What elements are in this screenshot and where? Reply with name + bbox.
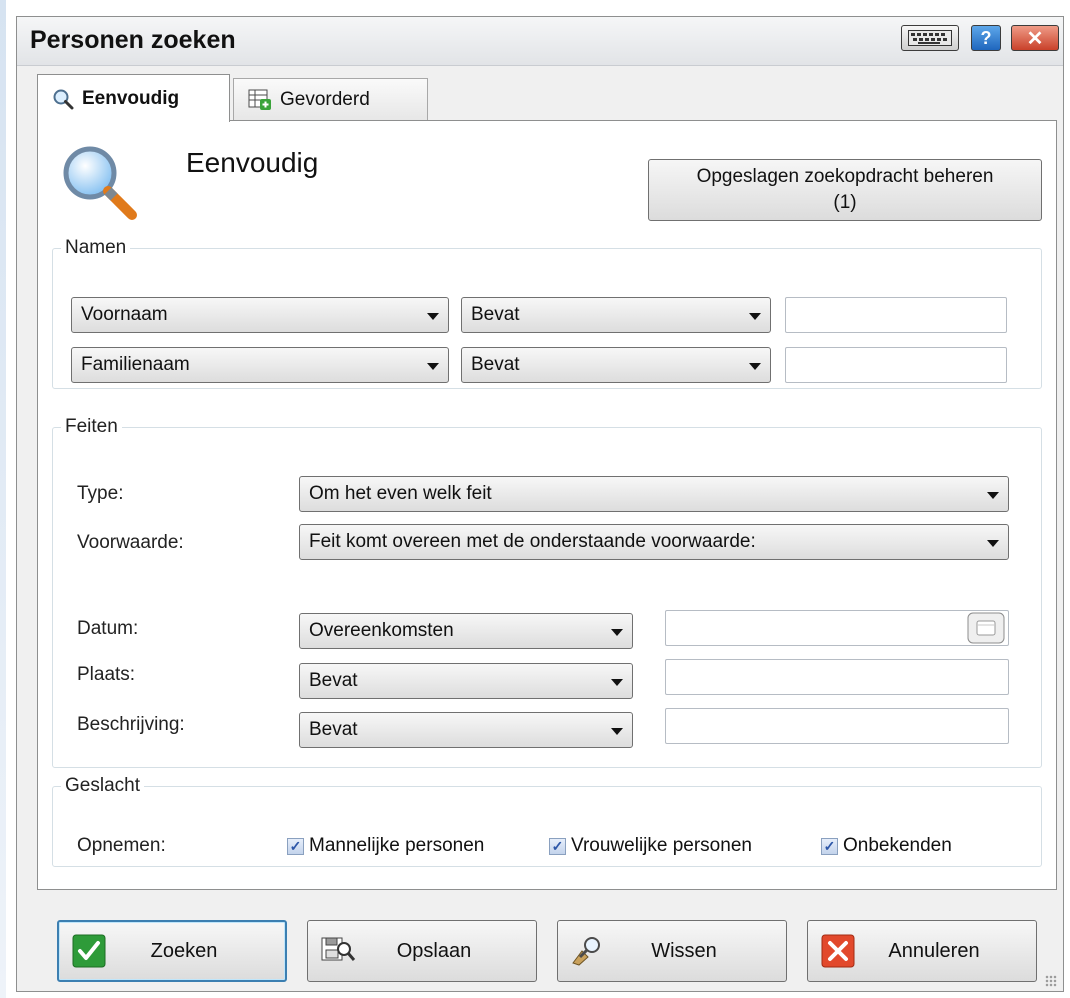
select-value: Bevat — [471, 304, 520, 325]
select-value: Bevat — [309, 719, 358, 740]
resize-grip[interactable] — [1045, 975, 1057, 987]
description-operator-select[interactable]: Bevat — [299, 712, 633, 748]
calendar-icon — [967, 612, 1005, 644]
help-icon: ? — [980, 27, 992, 48]
panel-title: Eenvoudig — [186, 147, 319, 178]
button-bar: Zoeken Opslaan Wissen Annuleren — [17, 893, 1063, 993]
names-group: Namen Voornaam Bevat Familienaam Bevat — [52, 237, 1042, 389]
search-dialog: Personen zoeken ? ✕ Eenvoudig Gevorderd … — [16, 16, 1064, 992]
title-bar: Personen zoeken ? ✕ — [17, 17, 1063, 66]
cancel-button[interactable]: Annuleren — [807, 920, 1037, 982]
select-value: Familienaam — [81, 354, 190, 375]
name-value-input-2[interactable] — [785, 347, 1007, 383]
fact-type-select[interactable]: Om het even welk feit — [299, 476, 1009, 512]
male-checkbox[interactable]: ✓ Mannelijke personen — [287, 835, 484, 857]
date-label: Datum: — [77, 618, 139, 639]
type-label: Type: — [77, 483, 124, 504]
cancel-icon — [820, 933, 856, 969]
female-checkbox-label: Vrouwelijke personen — [571, 835, 752, 856]
select-value: Om het even welk feit — [309, 483, 492, 504]
name-value-input-1[interactable] — [785, 297, 1007, 333]
search-button[interactable]: Zoeken — [57, 920, 287, 982]
name-operator-select-2[interactable]: Bevat — [461, 347, 771, 383]
tab-label: Gevorderd — [280, 88, 370, 110]
chevron-down-icon — [611, 629, 623, 636]
clear-button-label: Wissen — [651, 939, 717, 962]
chevron-down-icon — [749, 363, 761, 370]
description-label: Beschrijving: — [77, 714, 185, 735]
search-button-label: Zoeken — [150, 939, 218, 962]
tab-gevorderd[interactable]: Gevorderd — [233, 78, 428, 120]
magnifier-icon — [52, 88, 74, 110]
description-input[interactable] — [665, 708, 1009, 744]
date-input[interactable] — [665, 610, 1009, 646]
chevron-down-icon — [987, 492, 999, 499]
place-input[interactable] — [665, 659, 1009, 695]
chevron-down-icon — [427, 363, 439, 370]
clear-search-icon — [570, 933, 606, 969]
fact-condition-select[interactable]: Feit komt overeen met de onderstaande vo… — [299, 524, 1009, 560]
place-operator-select[interactable]: Bevat — [299, 663, 633, 699]
include-label: Opnemen: — [77, 835, 166, 856]
unknown-checkbox-label: Onbekenden — [843, 835, 952, 856]
gender-group: Geslacht Opnemen: ✓ Mannelijke personen … — [52, 775, 1042, 867]
save-button-label: Opslaan — [396, 939, 472, 962]
checkmark-icon: ✓ — [821, 837, 838, 855]
date-operator-select[interactable]: Overeenkomsten — [299, 613, 633, 649]
gender-legend: Geslacht — [65, 775, 140, 796]
chevron-down-icon — [611, 728, 623, 735]
select-value: Voornaam — [81, 304, 168, 325]
advanced-table-icon — [248, 89, 272, 111]
checkmark-icon — [71, 933, 107, 969]
help-button[interactable]: ? — [971, 25, 1001, 51]
select-value: Bevat — [309, 670, 358, 691]
tab-eenvoudig[interactable]: Eenvoudig — [37, 74, 230, 122]
checkmark-icon: ✓ — [549, 837, 566, 855]
chevron-down-icon — [987, 540, 999, 547]
name-field-select-1[interactable]: Voornaam — [71, 297, 449, 333]
large-magnifier-icon — [58, 141, 142, 230]
dialog-title: Personen zoeken — [30, 26, 236, 54]
keyboard-button[interactable] — [901, 25, 959, 51]
name-field-select-2[interactable]: Familienaam — [71, 347, 449, 383]
date-picker-button[interactable] — [966, 611, 1006, 645]
clear-button[interactable]: Wissen — [557, 920, 787, 982]
search-panel: Eenvoudig Opgeslagen zoekopdracht behere… — [37, 120, 1057, 890]
condition-label: Voorwaarde: — [77, 532, 184, 553]
facts-legend: Feiten — [65, 416, 118, 437]
window-backdrop-edge — [0, 0, 6, 998]
keyboard-icon — [908, 30, 952, 46]
manage-saved-search-button[interactable]: Opgeslagen zoekopdracht beheren (1) — [648, 159, 1042, 221]
chevron-down-icon — [611, 679, 623, 686]
cancel-button-label: Annuleren — [888, 939, 980, 962]
facts-group: Feiten Type: Om het even welk feit Voorw… — [52, 416, 1042, 768]
saved-search-label: Opgeslagen zoekopdracht beheren — [696, 166, 994, 187]
female-checkbox[interactable]: ✓ Vrouwelijke personen — [549, 835, 752, 857]
select-value: Feit komt overeen met de onderstaande vo… — [309, 531, 756, 552]
close-icon: ✕ — [1026, 27, 1044, 50]
place-label: Plaats: — [77, 664, 136, 685]
save-button[interactable]: Opslaan — [307, 920, 537, 982]
select-value: Bevat — [471, 354, 520, 375]
tab-label: Eenvoudig — [82, 87, 180, 109]
male-checkbox-label: Mannelijke personen — [309, 835, 485, 856]
close-button[interactable]: ✕ — [1011, 25, 1059, 51]
select-value: Overeenkomsten — [309, 620, 454, 641]
saved-search-count: (1) — [833, 192, 857, 213]
chevron-down-icon — [749, 313, 761, 320]
save-search-icon — [320, 933, 356, 969]
chevron-down-icon — [427, 313, 439, 320]
unknown-checkbox[interactable]: ✓ Onbekenden — [821, 835, 952, 857]
names-legend: Namen — [65, 237, 127, 258]
checkmark-icon: ✓ — [287, 837, 304, 855]
name-operator-select-1[interactable]: Bevat — [461, 297, 771, 333]
